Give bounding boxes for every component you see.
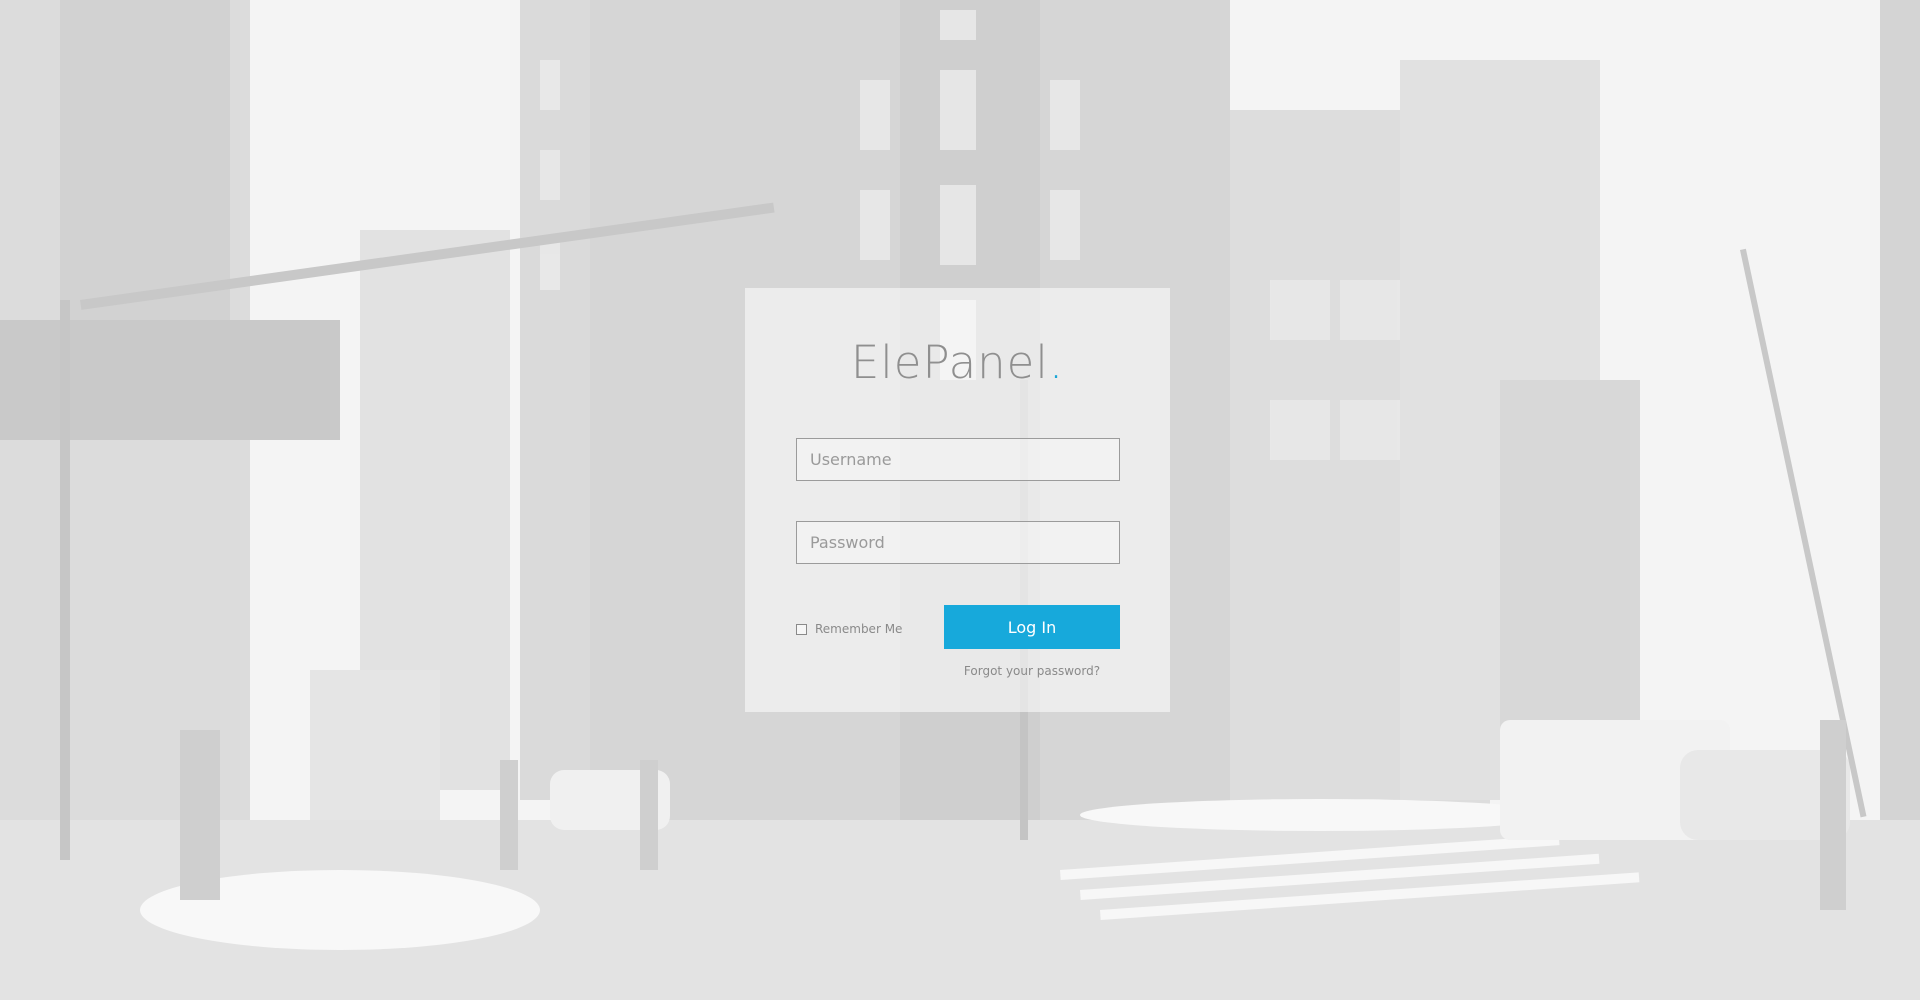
password-input[interactable] [796, 521, 1120, 564]
remember-me[interactable]: Remember Me [796, 622, 902, 636]
username-input[interactable] [796, 438, 1120, 481]
forgot-password-link[interactable]: Forgot your password? [944, 664, 1120, 678]
login-panel: ElePanel. Remember Me Log In Forgot your… [745, 288, 1170, 712]
remember-me-checkbox[interactable] [796, 623, 807, 635]
brand-logo: ElePanel. [745, 336, 1170, 389]
remember-me-label: Remember Me [815, 622, 903, 636]
brand-dot: . [1048, 336, 1065, 389]
login-button[interactable]: Log In [944, 605, 1120, 649]
brand-name: ElePanel [850, 336, 1049, 389]
